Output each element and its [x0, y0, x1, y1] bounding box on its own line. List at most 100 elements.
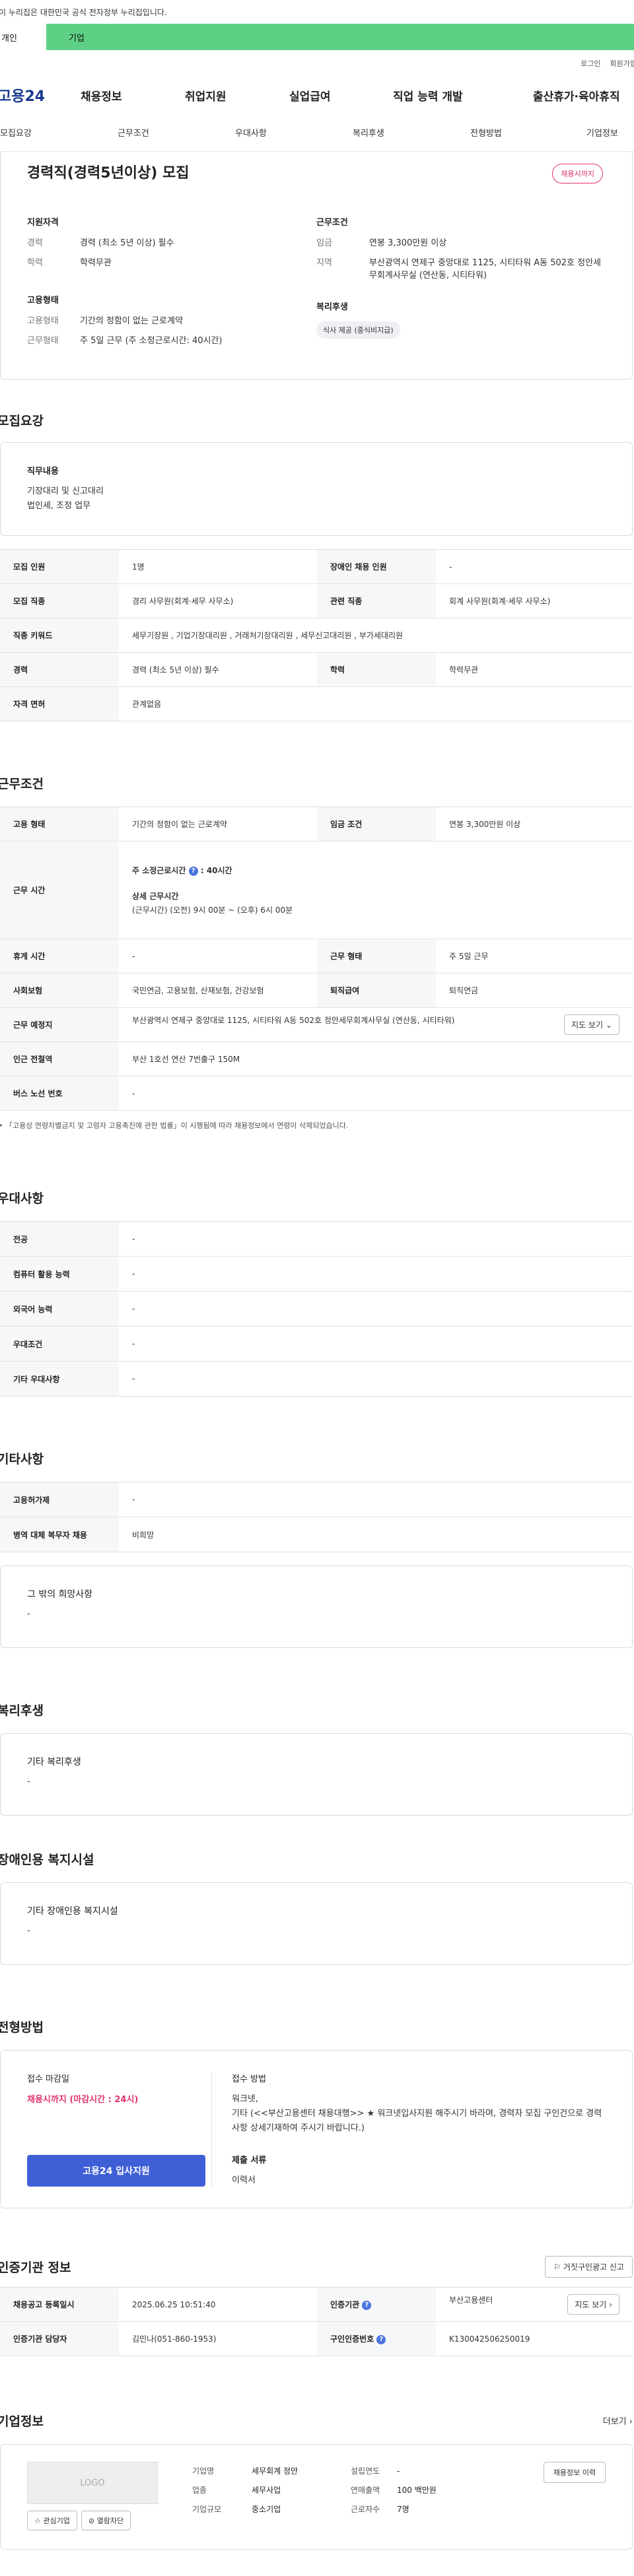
deadline-badge: 채용시까지 [552, 164, 603, 183]
star-icon: ☆ [34, 2517, 41, 2525]
welfare-box-value: - [27, 1777, 30, 1787]
career-value: 경력 (최소 5년 이상) 필수 [80, 238, 174, 248]
etc-table: 고용허가제 - 병역 대체 복무자 채용 비희망 [0, 1482, 633, 1552]
company-sales-key: 연매출액 [351, 2485, 380, 2495]
cell-key: 학력 [317, 652, 436, 687]
work-value: 주 5일 근무 (주 소정근로시간: 40시간) [80, 335, 223, 346]
favorite-company-button[interactable]: ☆ 관심기업 [27, 2511, 77, 2530]
conditions-table: 고용 형태 기간의 정함이 없는 근로계약 임금 조건 연봉 3,300만원 이… [0, 807, 633, 1111]
company-more-link[interactable]: 더보기 › [603, 2414, 633, 2427]
cell-value: - [119, 1256, 633, 1292]
table-row: 전공 - [0, 1221, 633, 1257]
company-box: LOGO ☆ 관심기업 ⊘ 열람차단 기업명 업종 기업규모 세무회계 정안 세… [0, 2444, 633, 2550]
cell-key: 모집 인원 [0, 549, 119, 584]
cell-key: 고용 형태 [0, 807, 119, 842]
disabled-facility-box: 기타 장애인용 복지시설 - [0, 1882, 633, 1965]
gnb-item-employment-support[interactable]: 취업지원 [185, 87, 289, 104]
subnav-recruit[interactable]: 모집요강 [0, 126, 118, 139]
table-row: 모집 인원 1명 장애인 채용 인원 - [0, 549, 633, 584]
cell-key: 임금 조건 [317, 807, 436, 842]
section-nav: 모집요강 근무조건 우대사항 복리후생 전형방법 기업정보 [0, 114, 634, 152]
hiring-history-button[interactable]: 채용정보 이력 [543, 2462, 606, 2483]
cell-key: 근무 형태 [317, 939, 436, 974]
gnb-item-unemployment[interactable]: 실업급여 [289, 87, 393, 104]
cell-value: 주 5일 근무 [436, 939, 633, 974]
tab-company[interactable]: 기업 [46, 24, 116, 50]
history-label: 채용정보 이력 [553, 2468, 596, 2477]
edu-key: 학력 [27, 257, 43, 268]
apply-button[interactable]: 고용24 입사지원 [27, 2155, 205, 2187]
block-view-button[interactable]: ⊘ 열람차단 [81, 2511, 131, 2530]
cert-org-cell: 부산고용센터 지도 보기 › [436, 2287, 633, 2322]
help-icon[interactable]: ? [376, 2334, 386, 2344]
subnav-preference[interactable]: 우대사항 [235, 126, 353, 139]
subnav-process[interactable]: 전형방법 [470, 126, 586, 139]
subnav-welfare[interactable]: 복리후생 [353, 126, 470, 139]
welfare-title: 복리후생 [316, 302, 348, 312]
cell-key: 고용허가제 [0, 1482, 119, 1517]
signup-link[interactable]: 회원가입 [610, 58, 634, 69]
preference-table: 전공 - 컴퓨터 활용 능력 - 외국어 능력 - 우대조건 - 기타 우대사항 - [0, 1221, 633, 1397]
cell-value: 퇴직연금 [436, 973, 633, 1008]
table-row: 사회보험 국민연금, 고용보험, 산재보험, 건강보험 퇴직급여 퇴직연금 [0, 973, 633, 1008]
welfare-box: 기타 복리후생 - [0, 1733, 633, 1816]
map-button-label: 지도 보기 [571, 1020, 604, 1030]
company-sales-value: 100 백만원 [397, 2485, 437, 2495]
deadline-value: 채용시까지 (마감시간 : 24시) [27, 2095, 139, 2105]
employment-type-title: 고용형태 [27, 296, 59, 306]
cell-value: 부산 1호선 연산 7번출구 150M [119, 1041, 633, 1076]
cert-map-button[interactable]: 지도 보기 › [567, 2294, 619, 2315]
cell-value: 회계 사무원(회계·세무 사무소) [436, 583, 633, 618]
global-nav: 고용24 채용정보 취업지원 실업급여 직업 능력 개발 출산휴가·육아휴직 [0, 77, 634, 114]
help-icon[interactable]: ? [362, 2300, 372, 2310]
cell-value: 1명 [119, 549, 317, 584]
gnb-item-leave[interactable]: 출산휴가·육아휴직 [533, 87, 620, 104]
cell-value: 경력 (최소 5년 이상) 필수 [119, 652, 317, 687]
job-line-1: 기장대리 및 신고대리 [27, 486, 104, 496]
disabled-facility-box-value: - [27, 1926, 30, 1936]
gnb-item-training[interactable]: 직업 능력 개발 [393, 87, 533, 104]
table-row: 직종 키워드 세무기장원 , 기업기장대리원 , 거래처기장대리원 , 세무신고… [0, 618, 633, 653]
site-logo[interactable]: 고용24 [0, 84, 81, 106]
util-bar: 로그인 회원가입 [0, 50, 634, 77]
company-year-key: 설립연도 [351, 2466, 380, 2476]
recruit-section-title: 모집요강 [0, 414, 44, 428]
subnav-company[interactable]: 기업정보 [586, 126, 618, 139]
table-row: 외국어 능력 - [0, 1291, 633, 1327]
report-fake-ad-button[interactable]: ⚐ 거짓구인광고 신고 [545, 2256, 633, 2278]
tab-personal[interactable]: 개인 [0, 24, 46, 50]
other-wish-value: - [27, 1609, 30, 1619]
cert-map-button-label: 지도 보기 [575, 2300, 607, 2309]
welfare-section-title: 복리후생 [0, 1703, 44, 1718]
favorite-label: 관심기업 [43, 2517, 70, 2525]
work-key: 근무형태 [27, 335, 59, 346]
cell-key: 외국어 능력 [0, 1291, 119, 1327]
other-wish-title: 그 밖의 희망사항 [27, 1589, 93, 1600]
cell-key: 인증기관 담당자 [0, 2321, 119, 2356]
gov-banner-text: 이 누리집은 대한민국 공식 전자정부 누리집입니다. [0, 7, 167, 17]
cell-key: 퇴직급여 [317, 973, 436, 1008]
table-row: 버스 노선 번호 - [0, 1076, 633, 1111]
login-link[interactable]: 로그인 [581, 58, 600, 69]
help-icon[interactable]: ? [188, 866, 198, 876]
gnb-item-jobs[interactable]: 채용정보 [81, 87, 185, 104]
conditions-section-title: 근무조건 [0, 777, 44, 791]
apply-box: 접수 마감일 채용시까지 (마감시간 : 24시) 고용24 입사지원 접수 방… [0, 2050, 633, 2208]
table-row: 채용공고 등록일시 2025.06.25 10:51:40 인증기관 ? 부산고… [0, 2287, 633, 2322]
cell-value: 2025.06.25 10:51:40 [119, 2287, 317, 2322]
cell-key: 모집 직종 [0, 583, 119, 618]
method-line-2: 기타 (<<부산고용센터 채용대행>> ★ 워크넷입사지원 해주시기 바라며, … [232, 2109, 602, 2134]
cert-num-key-label: 구인인증번호 [330, 2334, 374, 2344]
cell-key: 근무 시간 [0, 841, 119, 939]
subnav-conditions[interactable]: 근무조건 [118, 126, 235, 139]
cell-key: 경력 [0, 652, 119, 687]
cell-value: - [119, 1361, 633, 1397]
gnb-menu: 채용정보 취업지원 실업급여 직업 능력 개발 출산휴가·육아휴직 [81, 87, 634, 104]
cell-key: 병역 대체 복무자 채용 [0, 1517, 119, 1552]
job-title: 경력직(경력5년이상) 모집 [27, 165, 190, 182]
weekly-hours-value: : 40시간 [200, 866, 232, 875]
cell-value: - [119, 1482, 633, 1517]
map-button[interactable]: 지도 보기 ⌄ [564, 1014, 619, 1035]
cert-org-key-label: 인증기관 [330, 2300, 360, 2309]
wage-value: 연봉 3,300만원 이상 [369, 238, 447, 248]
